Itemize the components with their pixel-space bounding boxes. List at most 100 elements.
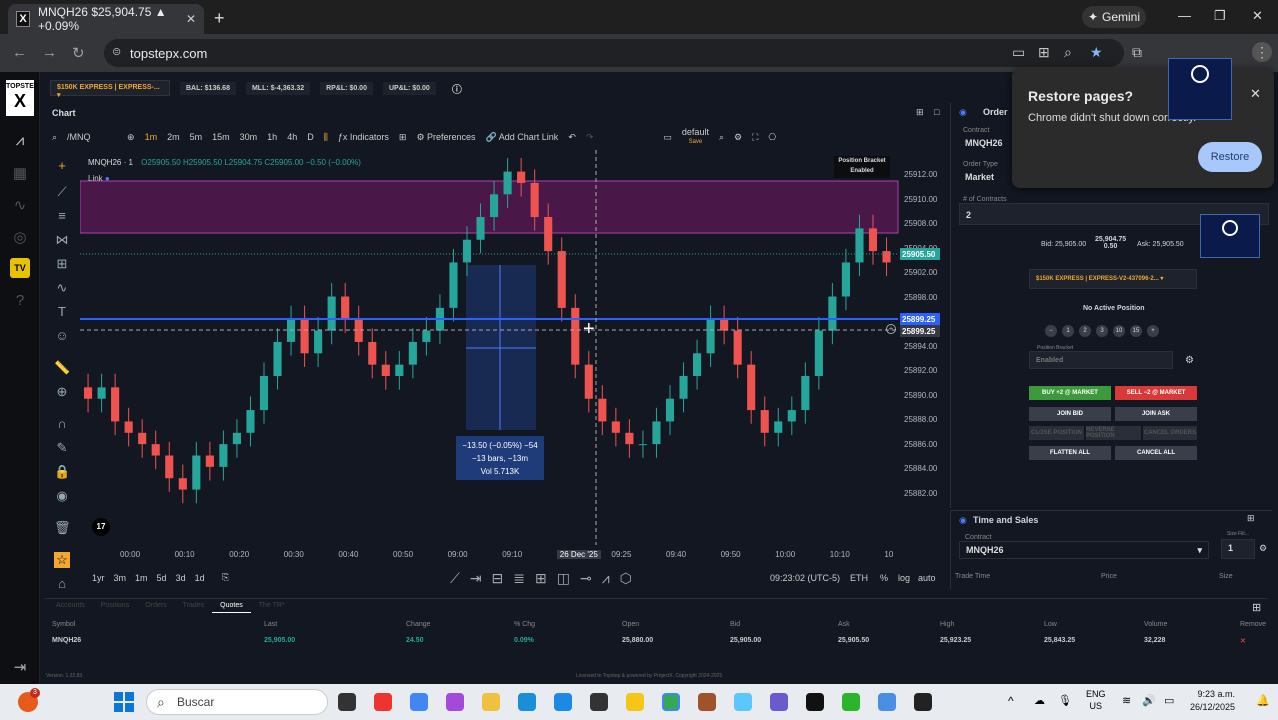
candle[interactable]: [882, 251, 891, 263]
log-toggle[interactable]: log: [898, 573, 910, 583]
layout-icon[interactable]: ▭: [663, 132, 672, 143]
candle[interactable]: [327, 296, 336, 331]
order-account-selector[interactable]: $150K EXPRESS | EXPRESS-V2-437096-2... ▾: [1029, 269, 1197, 289]
chart-link-label[interactable]: Link ●: [88, 174, 110, 183]
candle[interactable]: [760, 410, 769, 433]
auto-toggle[interactable]: auto: [918, 573, 936, 583]
chart-settings-icon[interactable]: ⚙: [734, 132, 742, 143]
app-icon-4[interactable]: [698, 693, 716, 711]
app-icon-9[interactable]: [878, 693, 896, 711]
candle[interactable]: [84, 387, 93, 399]
forward-icon[interactable]: →: [42, 44, 57, 61]
candle[interactable]: [97, 387, 106, 399]
redo-icon[interactable]: ↷: [586, 132, 594, 143]
ts-contract-select[interactable]: MNQH26 ▾: [959, 541, 1209, 559]
extensions-icon[interactable]: ⧉: [1132, 44, 1142, 61]
fib-tool-icon[interactable]: ≣: [513, 570, 525, 587]
stay-drawing-icon[interactable]: ✎: [54, 440, 70, 456]
candle[interactable]: [395, 364, 404, 377]
add-panel-icon[interactable]: ⊞: [916, 107, 924, 118]
zoom-in-icon[interactable]: ⊕: [54, 384, 70, 400]
timeframe-15m[interactable]: 15m: [212, 132, 230, 142]
tradingview-badge-icon[interactable]: TV: [10, 258, 30, 278]
add-symbol-icon[interactable]: ⊕: [127, 132, 135, 143]
candle[interactable]: [408, 341, 417, 365]
favorites-star-icon[interactable]: ☆: [54, 552, 70, 568]
fib-icon[interactable]: ≡: [54, 208, 70, 224]
lock-icon[interactable]: 🔒: [54, 464, 70, 480]
notifications-bell-icon[interactable]: 🔔: [1256, 694, 1270, 707]
timeframe-2m[interactable]: 2m: [167, 132, 180, 142]
line-tool-icon[interactable]: ⟋: [450, 570, 460, 587]
analytics-icon[interactable]: ▦: [10, 164, 30, 184]
ray-tool-icon[interactable]: ⇥: [470, 570, 482, 587]
text-icon[interactable]: T: [54, 304, 70, 320]
candle[interactable]: [665, 398, 675, 422]
quotes-row[interactable]: MNQH26 25,905.00 24.50 0.09% 25,880.00 25,905…: [44, 637, 1268, 647]
ruler-icon[interactable]: 📏: [54, 360, 70, 376]
timeframe-1h[interactable]: 1h: [267, 132, 277, 142]
remove-row-icon[interactable]: ✕: [1240, 637, 1246, 645]
candle[interactable]: [368, 341, 377, 365]
range-button-5d[interactable]: 5d: [157, 573, 167, 583]
timeframe-5m[interactable]: 5m: [190, 132, 203, 142]
trendline-icon[interactable]: ⟋: [54, 184, 70, 200]
candle[interactable]: [598, 398, 607, 422]
join-ask-button[interactable]: JOIN ASK: [1115, 407, 1197, 421]
performance-icon[interactable]: ∿: [10, 196, 30, 216]
undo-icon[interactable]: ↶: [568, 132, 576, 143]
language-indicator[interactable]: ENG US: [1086, 688, 1106, 712]
candle[interactable]: [652, 421, 661, 445]
candle[interactable]: [449, 262, 458, 308]
candle[interactable]: [544, 217, 553, 252]
candle[interactable]: [828, 296, 837, 331]
candle[interactable]: [462, 239, 472, 263]
google-icon[interactable]: [410, 693, 428, 711]
templates-icon[interactable]: ⊞: [399, 132, 407, 143]
edge-icon[interactable]: [518, 693, 536, 711]
candle[interactable]: [287, 319, 296, 342]
candle[interactable]: [111, 387, 120, 422]
candle[interactable]: [638, 444, 647, 446]
candle[interactable]: [192, 455, 201, 490]
help-icon[interactable]: ?: [10, 292, 30, 312]
symbol-search-icon[interactable]: ⌕: [52, 132, 57, 143]
order-type-field[interactable]: Market: [959, 169, 1011, 185]
qty-button[interactable]: 10: [1113, 325, 1125, 337]
app-icon-5[interactable]: [734, 693, 752, 711]
browser-tab[interactable]: X MNQH26 $25,904.75 ▲ +0.09% ✕: [8, 4, 204, 34]
session-toggle[interactable]: ETH: [850, 573, 868, 583]
reverse-position-button[interactable]: REVERSE POSITION: [1086, 426, 1141, 440]
candle[interactable]: [300, 319, 309, 354]
candle[interactable]: [259, 376, 269, 411]
target-icon[interactable]: ◎: [10, 228, 30, 248]
tray-icon-1[interactable]: ☁: [1034, 694, 1045, 707]
candle[interactable]: [706, 319, 715, 354]
candle[interactable]: [314, 330, 323, 354]
candle[interactable]: [841, 262, 850, 297]
sell-market-button[interactable]: SELL −2 @ MARKET: [1115, 386, 1197, 400]
rect-tool-icon[interactable]: ◫: [557, 570, 570, 587]
crosshair-icon[interactable]: +: [54, 158, 70, 174]
candle[interactable]: [273, 341, 282, 377]
candle[interactable]: [341, 296, 350, 320]
qty-button[interactable]: −: [1045, 325, 1057, 337]
copilot-icon[interactable]: [446, 693, 464, 711]
new-tab-icon[interactable]: +: [214, 8, 225, 29]
timeframe-30m[interactable]: 30m: [240, 132, 258, 142]
candle[interactable]: [517, 171, 526, 183]
restore-button[interactable]: Restore: [1198, 142, 1262, 172]
logout-icon[interactable]: ⇥: [10, 658, 30, 678]
mic-icon[interactable]: 🎙: [1058, 694, 1072, 707]
candle[interactable]: [584, 364, 593, 399]
taskbar-clock[interactable]: 9:23 a.m. 26/12/2025: [1190, 688, 1235, 714]
magnet-icon[interactable]: ∩: [54, 416, 70, 432]
start-windows-icon[interactable]: [114, 692, 134, 712]
reload-icon[interactable]: ↻: [72, 44, 85, 62]
contract-field[interactable]: MNQH26: [959, 135, 1011, 151]
candle[interactable]: [679, 376, 688, 399]
range-button-1m[interactable]: 1m: [135, 573, 148, 583]
bracket-select[interactable]: Enabled: [1029, 351, 1173, 369]
candle[interactable]: [774, 421, 783, 433]
candle[interactable]: [747, 364, 756, 411]
